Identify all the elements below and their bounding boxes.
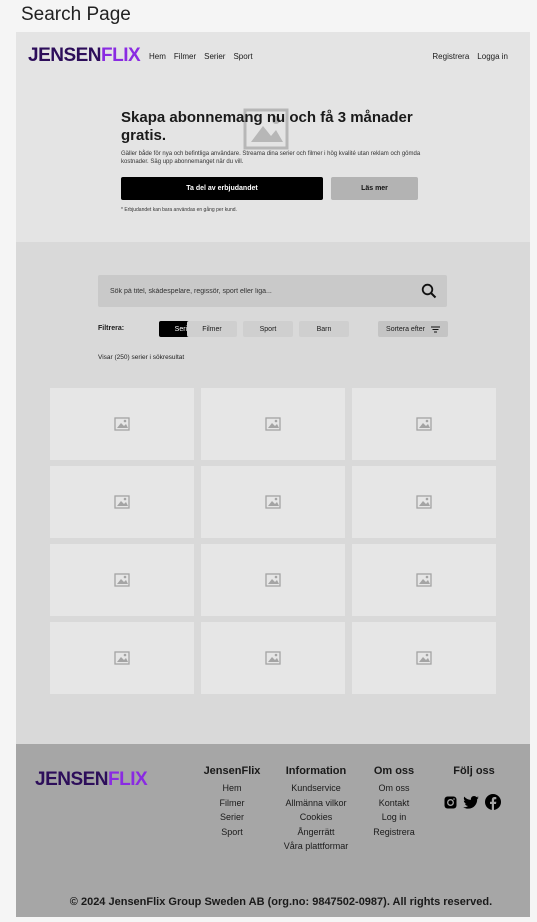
footer-link-plattformar[interactable]: Våra plattformar bbox=[276, 839, 356, 854]
result-card[interactable] bbox=[201, 622, 345, 694]
nav-item-sport[interactable]: Sport bbox=[233, 52, 252, 61]
footer: JENSENFLIX JensenFlix Hem Filmer Serier … bbox=[16, 744, 530, 917]
footer-col-title: Information bbox=[285, 765, 347, 777]
instagram-icon[interactable] bbox=[444, 796, 457, 809]
footer-link-serier[interactable]: Serier bbox=[203, 810, 261, 825]
results-count: Visar (250) serier i sökresultat bbox=[98, 354, 185, 361]
page-frame: JENSENFLIX Hem Filmer Serier Sport Regis… bbox=[16, 32, 530, 917]
register-link[interactable]: Registrera bbox=[432, 52, 469, 61]
footer-link-villkor[interactable]: Allmänna vilkor bbox=[276, 796, 356, 811]
image-placeholder-icon bbox=[265, 573, 281, 587]
read-more-button[interactable]: Läs mer bbox=[331, 177, 418, 200]
image-placeholder-icon bbox=[416, 651, 432, 665]
image-placeholder-icon bbox=[114, 417, 130, 431]
offer-button[interactable]: Ta del av erbjudandet bbox=[121, 177, 323, 200]
image-placeholder-icon bbox=[114, 651, 130, 665]
footer-col-title: Om oss bbox=[373, 765, 415, 777]
image-placeholder-icon bbox=[416, 573, 432, 587]
footer-col-jensenflix: JensenFlix Hem Filmer Serier Sport bbox=[203, 764, 261, 839]
footer-col-information: Information Kundservice Allmänna vilkor … bbox=[276, 764, 356, 854]
result-card[interactable] bbox=[352, 388, 496, 460]
image-placeholder-icon bbox=[416, 495, 432, 509]
logo-part-2: FLIX bbox=[101, 45, 141, 66]
footer-logo[interactable]: JENSENFLIX bbox=[35, 769, 148, 791]
footer-link-cookies[interactable]: Cookies bbox=[276, 810, 356, 825]
image-placeholder-icon bbox=[265, 651, 281, 665]
footer-link-login[interactable]: Log in bbox=[366, 810, 422, 825]
header-logo[interactable]: JENSENFLIX bbox=[28, 45, 141, 67]
footer-link-kundservice[interactable]: Kundservice bbox=[276, 781, 356, 796]
footer-col-om-oss: Om oss Om oss Kontakt Log in Registrera bbox=[366, 764, 422, 839]
nav-item-hem[interactable]: Hem bbox=[149, 52, 166, 61]
result-card[interactable] bbox=[201, 544, 345, 616]
result-card[interactable] bbox=[50, 466, 194, 538]
nav-item-filmer[interactable]: Filmer bbox=[174, 52, 196, 61]
offer-fine-print: * Erbjudandet kan bara användas en gång … bbox=[121, 207, 237, 213]
follow-title: Följ oss bbox=[453, 765, 495, 777]
search-icon[interactable] bbox=[421, 283, 437, 299]
logo-part-1: JENSEN bbox=[28, 45, 102, 66]
result-card[interactable] bbox=[352, 466, 496, 538]
hero-title: Skapa abonnemang nu och få 3 månader gra… bbox=[121, 109, 413, 144]
footer-col-title: JensenFlix bbox=[203, 765, 261, 777]
footer-link-angerratt[interactable]: Ångerrätt bbox=[276, 825, 356, 840]
auth-links: Registrera Logga in bbox=[432, 52, 508, 61]
search-input[interactable] bbox=[110, 284, 410, 298]
result-card[interactable] bbox=[50, 622, 194, 694]
result-card[interactable] bbox=[201, 466, 345, 538]
footer-link-om-oss[interactable]: Om oss bbox=[366, 781, 422, 796]
sort-label: Sortera efter bbox=[386, 325, 425, 333]
filter-chip-sport[interactable]: Sport bbox=[243, 321, 293, 337]
result-card[interactable] bbox=[352, 544, 496, 616]
facebook-icon[interactable] bbox=[485, 794, 501, 810]
twitter-icon[interactable] bbox=[463, 795, 479, 809]
image-placeholder-icon bbox=[114, 573, 130, 587]
results-grid bbox=[50, 388, 496, 694]
page-label: Search Page bbox=[21, 4, 131, 25]
footer-logo-part-1: JENSEN bbox=[35, 769, 109, 790]
footer-col-follow: Följ oss bbox=[446, 764, 502, 781]
hero-section: JENSENFLIX Hem Filmer Serier Sport Regis… bbox=[16, 32, 530, 242]
image-placeholder-icon bbox=[265, 495, 281, 509]
filter-chip-filmer[interactable]: Filmer bbox=[187, 321, 237, 337]
social-links bbox=[444, 794, 501, 810]
result-card[interactable] bbox=[201, 388, 345, 460]
footer-logo-part-2: FLIX bbox=[108, 769, 148, 790]
result-card[interactable] bbox=[352, 622, 496, 694]
footer-link-kontakt[interactable]: Kontakt bbox=[366, 796, 422, 811]
hero-subtitle: Gäller både för nya och befintliga använ… bbox=[121, 151, 421, 165]
image-placeholder-icon bbox=[265, 417, 281, 431]
copyright: © 2024 JensenFlix Group Sweden AB (org.n… bbox=[69, 896, 493, 908]
nav-item-serier[interactable]: Serier bbox=[204, 52, 225, 61]
sort-dropdown[interactable]: Sortera efter bbox=[378, 321, 448, 337]
filter-label: Filtrera: bbox=[98, 325, 125, 332]
footer-link-sport[interactable]: Sport bbox=[203, 825, 261, 840]
main-nav: Hem Filmer Serier Sport bbox=[149, 52, 253, 61]
result-card[interactable] bbox=[50, 388, 194, 460]
result-card[interactable] bbox=[50, 544, 194, 616]
filter-chip-barn[interactable]: Barn bbox=[299, 321, 349, 337]
image-placeholder-icon bbox=[416, 417, 432, 431]
sort-icon bbox=[430, 326, 440, 332]
login-link[interactable]: Logga in bbox=[477, 52, 508, 61]
search-bar bbox=[98, 275, 447, 307]
image-placeholder-icon bbox=[114, 495, 130, 509]
footer-link-registrera[interactable]: Registrera bbox=[366, 825, 422, 840]
footer-link-hem[interactable]: Hem bbox=[203, 781, 261, 796]
footer-link-filmer[interactable]: Filmer bbox=[203, 796, 261, 811]
